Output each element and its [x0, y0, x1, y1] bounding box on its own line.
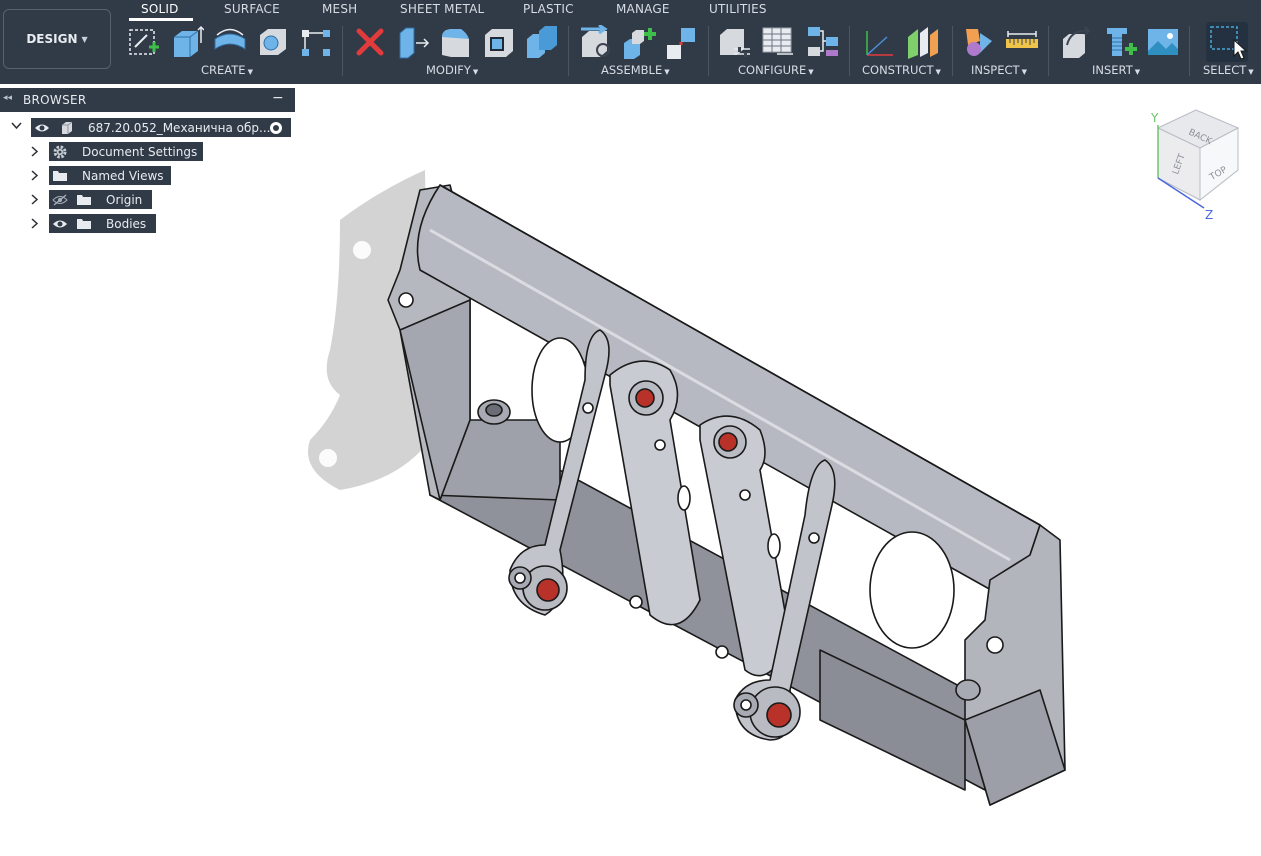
chevron-right-icon[interactable] — [31, 194, 39, 208]
chevron-right-icon[interactable] — [31, 218, 39, 232]
folder-icon — [77, 219, 91, 229]
assemble-menu-label: ASSEMBLE — [601, 63, 663, 77]
toolbar-divider — [849, 26, 850, 76]
insert-canvas-icon[interactable] — [1146, 25, 1180, 59]
collapse-panel-icon[interactable]: ◂◂ — [3, 93, 12, 103]
assemble-menu[interactable]: ASSEMBLE ▼ — [601, 63, 670, 77]
component-icon — [62, 121, 73, 134]
inspect-menu[interactable]: INSPECT ▼ — [971, 63, 1027, 77]
configuration-rules-icon[interactable] — [806, 25, 840, 59]
chevron-down-icon[interactable] — [11, 122, 22, 133]
eye-hidden-icon[interactable] — [52, 194, 68, 206]
combine-icon[interactable] — [525, 25, 559, 59]
toolbar-divider — [342, 26, 343, 76]
shell-icon[interactable] — [482, 25, 516, 59]
gear-icon — [53, 145, 67, 158]
browser-panel-header: ◂◂ BROWSER − — [0, 88, 295, 112]
browser-item-label: Document Settings — [82, 144, 198, 159]
construct-menu-label: CONSTRUCT — [862, 63, 934, 77]
active-tab-indicator — [129, 18, 193, 21]
eye-icon[interactable] — [52, 218, 68, 230]
toolbar: DESIGN ▼ SOLID SURFACE MESH SHEET METAL … — [0, 0, 1261, 84]
select-menu-label: SELECT — [1203, 63, 1247, 77]
tab-mesh[interactable]: MESH — [322, 2, 357, 16]
workspace-label: DESIGN — [26, 32, 78, 46]
chevron-right-icon[interactable] — [31, 170, 39, 184]
browser-item-bodies[interactable]: Bodies — [49, 214, 156, 233]
browser-item-label: Origin — [106, 192, 143, 207]
chevron-right-icon[interactable] — [31, 146, 39, 160]
configure-model-icon[interactable] — [718, 25, 752, 59]
insert-derive-icon[interactable] — [1059, 25, 1093, 59]
toolbar-divider — [568, 26, 569, 76]
workspace-switcher[interactable]: DESIGN ▼ — [3, 9, 111, 69]
tab-plastic[interactable]: PLASTIC — [523, 2, 574, 16]
toolbar-divider — [708, 26, 709, 76]
new-component-icon[interactable] — [579, 25, 613, 59]
create-sketch-icon[interactable] — [127, 25, 161, 59]
browser-item-document-settings[interactable]: Document Settings — [49, 142, 203, 161]
press-pull-icon[interactable] — [396, 25, 430, 59]
configuration-table-icon[interactable] — [761, 25, 795, 59]
measure-icon[interactable] — [1005, 25, 1039, 59]
browser-root-label: 687.20.052_Механична обр... — [88, 120, 271, 135]
toolbar-divider — [1048, 26, 1049, 76]
eye-icon[interactable] — [34, 122, 50, 134]
tab-surface[interactable]: SURFACE — [224, 2, 280, 16]
axis-y-label: Y — [1150, 111, 1159, 125]
minimize-icon[interactable]: − — [272, 90, 284, 106]
construct-axis-icon[interactable] — [863, 25, 897, 59]
3d-viewport[interactable]: BACK LEFT TOP Y Z — [0, 84, 1261, 856]
tab-solid[interactable]: SOLID — [141, 2, 179, 16]
tab-utilities[interactable]: UTILITIES — [709, 2, 767, 16]
fillet-icon[interactable] — [439, 25, 473, 59]
frame-model — [387, 184, 1066, 806]
create-menu[interactable]: CREATE ▼ — [201, 63, 253, 77]
browser-item-label: Bodies — [106, 216, 147, 231]
insert-menu[interactable]: INSERT ▼ — [1092, 63, 1140, 77]
insert-mcmaster-icon[interactable] — [1103, 25, 1137, 59]
create-menu-label: CREATE — [201, 63, 246, 77]
joint-icon[interactable] — [622, 25, 656, 59]
as-built-joint-icon[interactable] — [665, 25, 699, 59]
revolve-icon[interactable] — [213, 25, 247, 59]
delete-icon[interactable] — [353, 25, 387, 59]
browser-item-label: Named Views — [82, 168, 164, 183]
construct-menu[interactable]: CONSTRUCT ▼ — [862, 63, 941, 77]
inspect-section-icon[interactable] — [962, 25, 996, 59]
configure-menu-label: CONFIGURE — [738, 63, 807, 77]
browser-item-named-views[interactable]: Named Views — [49, 166, 171, 185]
view-cube[interactable]: BACK LEFT TOP Y Z — [1150, 109, 1240, 222]
folder-icon — [53, 171, 67, 181]
window-select-icon — [1210, 26, 1248, 60]
toolbar-divider — [952, 26, 953, 76]
folder-icon — [77, 195, 91, 205]
inspect-menu-label: INSPECT — [971, 63, 1020, 77]
pattern-icon[interactable] — [299, 25, 333, 59]
tab-sheet-metal[interactable]: SHEET METAL — [400, 2, 484, 16]
hole-icon[interactable] — [256, 25, 290, 59]
modify-menu-label: MODIFY — [426, 63, 471, 77]
modify-menu[interactable]: MODIFY ▼ — [426, 63, 478, 77]
browser-title: BROWSER — [23, 93, 87, 107]
configure-menu[interactable]: CONFIGURE ▼ — [738, 63, 814, 77]
select-menu[interactable]: SELECT ▼ — [1203, 63, 1254, 77]
insert-menu-label: INSERT — [1092, 63, 1133, 77]
toolbar-divider — [1189, 26, 1190, 76]
browser-item-origin[interactable]: Origin — [49, 190, 152, 209]
activate-radio-icon[interactable] — [269, 121, 283, 135]
axis-z-label: Z — [1205, 208, 1213, 222]
extrude-icon[interactable] — [170, 25, 204, 59]
tab-manage[interactable]: MANAGE — [616, 2, 670, 16]
chevron-down-icon: ▼ — [81, 34, 88, 44]
select-tool[interactable] — [1206, 22, 1248, 62]
construct-plane-icon[interactable] — [906, 25, 940, 59]
browser-root-row[interactable]: 687.20.052_Механична обр... — [31, 118, 291, 137]
